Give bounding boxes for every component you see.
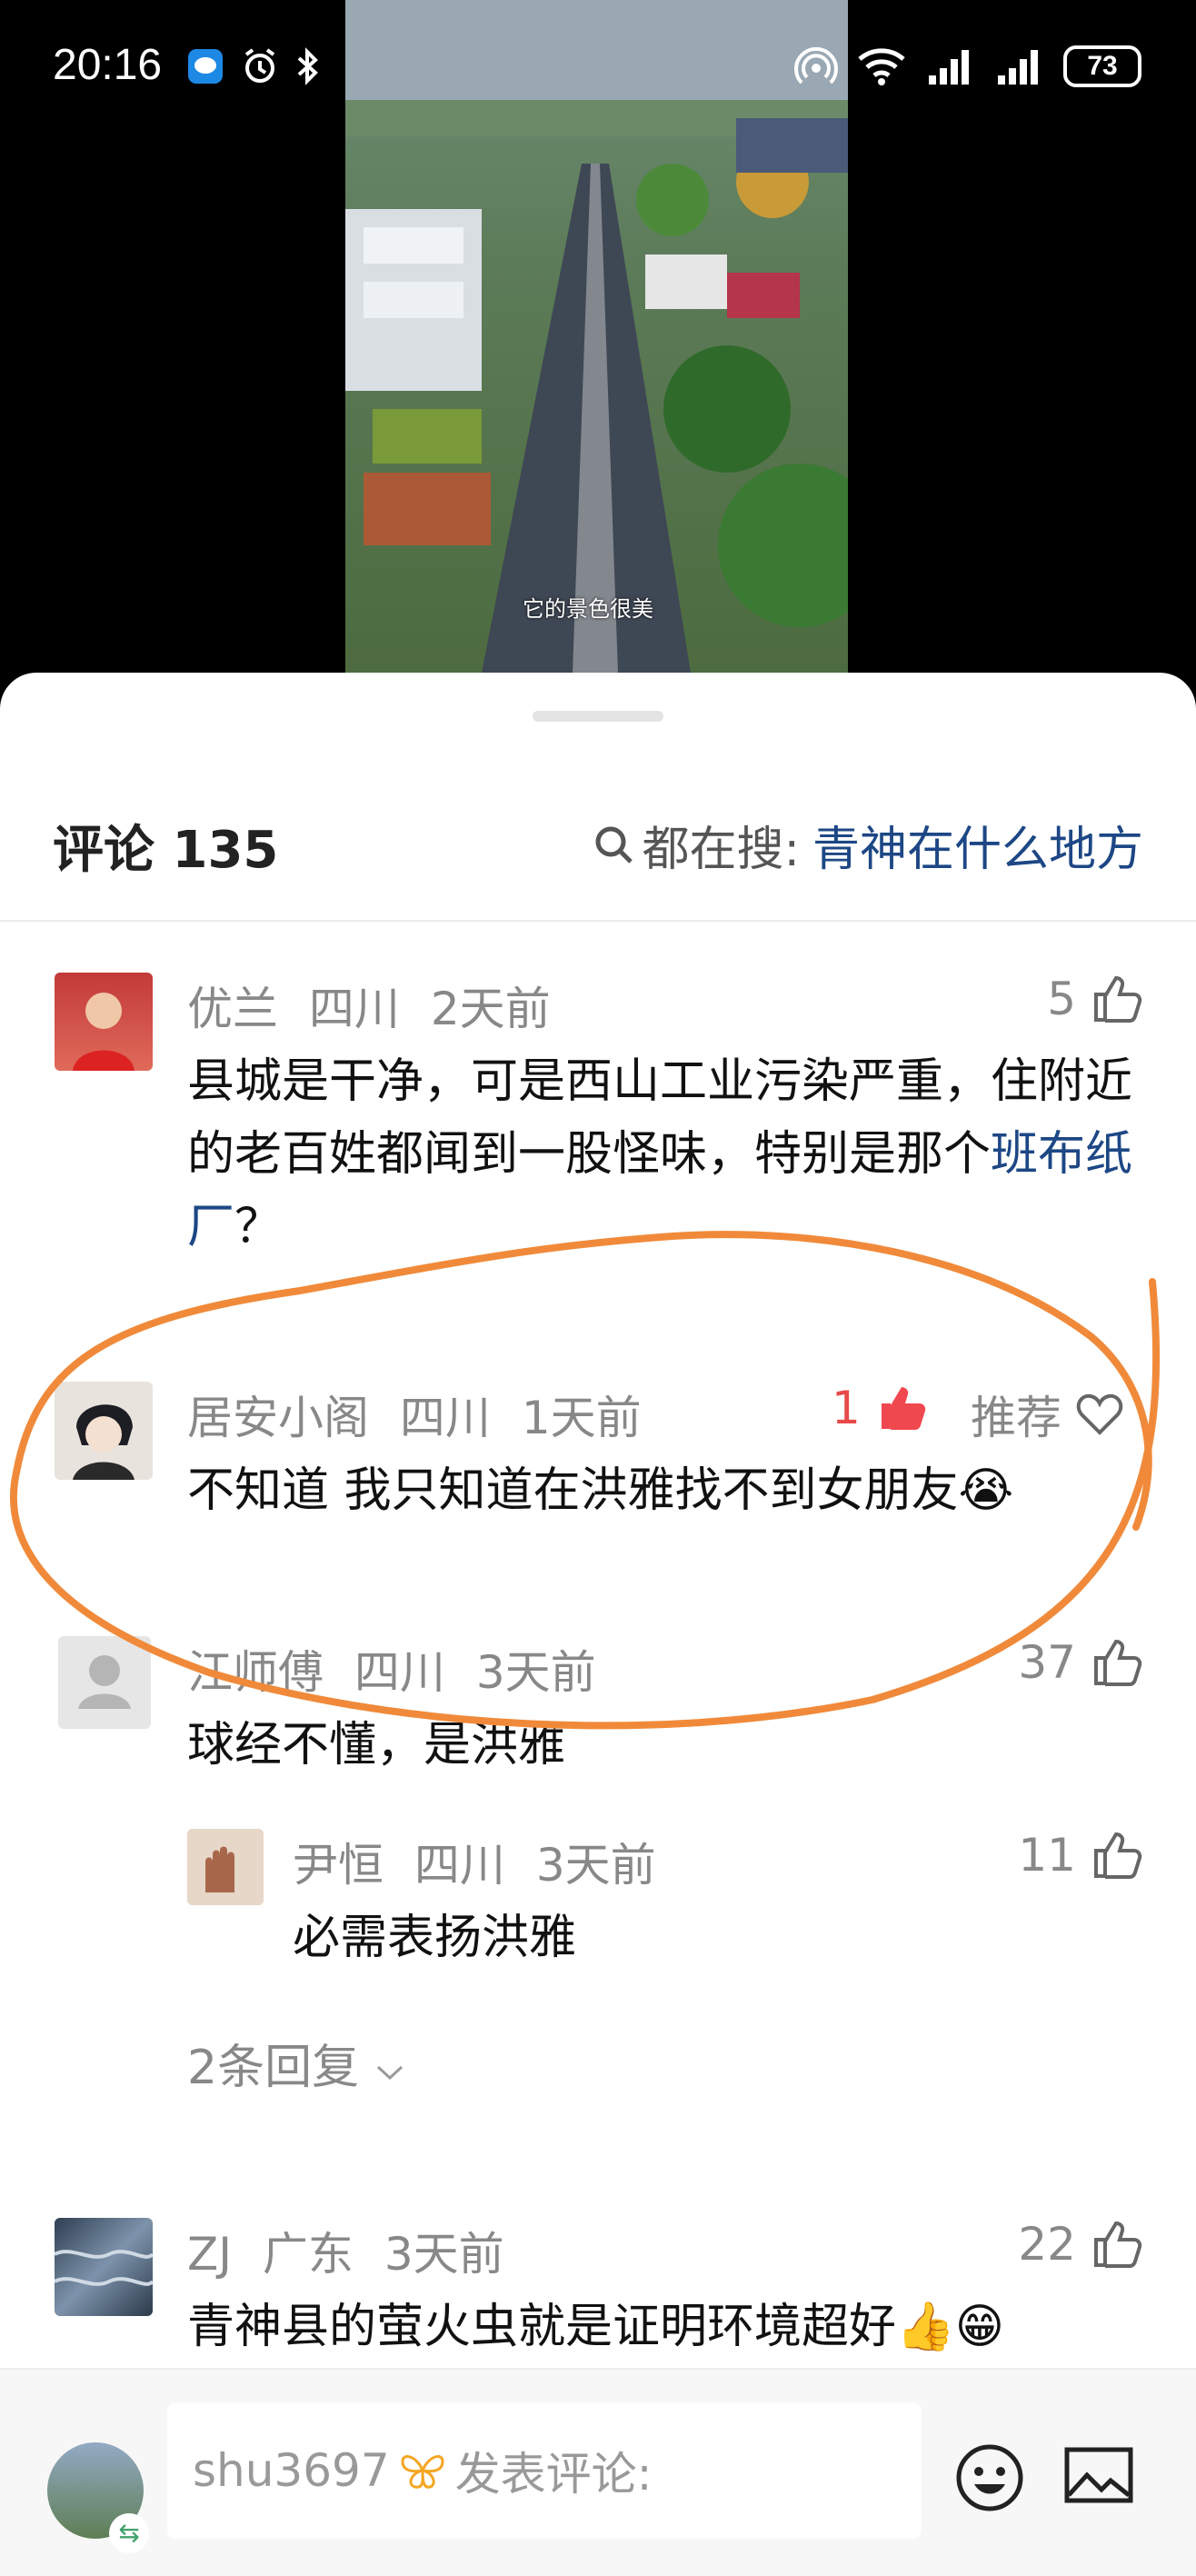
like-button[interactable]: 1 (832, 1382, 930, 1434)
comment-time: 3天前 (384, 2228, 504, 2281)
heart-icon (1076, 1393, 1123, 1435)
hotspot-icon (794, 46, 838, 85)
expand-replies-button[interactable]: 2条回复 (187, 2029, 405, 2097)
avatar[interactable] (55, 1382, 153, 1480)
comment-location: 四川 (399, 1392, 491, 1444)
avatar-anime-icon (73, 1404, 135, 1480)
avatar-water-icon (55, 2250, 153, 2286)
avatar[interactable] (58, 1636, 151, 1729)
status-system-icons: 73 (794, 45, 1141, 87)
reply-like-count: 11 (1018, 1829, 1076, 1882)
comment-text: 青神县的萤火虫就是证明环境超好👍😁 (187, 2300, 1004, 2354)
status-bar: 20:16 73 (0, 0, 1196, 145)
like-button[interactable]: 37 (1018, 1636, 1143, 1689)
switch-account-icon[interactable]: ⇆ (109, 2513, 149, 2553)
recommend-label: 推荐 (971, 1392, 1061, 1444)
image-button[interactable] (1063, 2442, 1134, 2510)
current-username: shu3697 (193, 2444, 390, 2497)
comment-input-bar: ⇆ shu3697 发表评论: (0, 2368, 1196, 2576)
comment-text: 不知道 我只知道在洪雅找不到女朋友😭 (187, 1463, 1014, 1518)
search-suggestion[interactable]: 都在搜: 青神在什么地方 (593, 811, 1143, 879)
reply-avatar[interactable] (187, 1829, 264, 1905)
comment-input-placeholder: 发表评论: (454, 2448, 653, 2501)
avatar-person-icon (73, 993, 135, 1071)
comment-username[interactable]: 江师傅 (187, 1646, 324, 1699)
avatar[interactable] (55, 2218, 153, 2316)
thumbs-up-icon (1094, 2221, 1142, 2268)
comment-meta: 江师傅 四川 3天前 (187, 1636, 596, 1702)
avatar[interactable] (55, 973, 153, 1071)
comment-time: 1天前 (521, 1392, 642, 1444)
reply-meta: 尹恒 四川 3天前 (293, 1829, 656, 1894)
comment-meta: 优兰 四川 2天前 (187, 973, 551, 1038)
comment-text: 县城是干净，可是西山工业污染严重，住附近的老百姓都闻到一股怪味，特别是那个班布纸… (187, 1045, 1151, 1263)
search-suggestion-label: 都在搜: (642, 823, 800, 877)
status-notification-icons (186, 47, 321, 85)
comment-username[interactable]: ZJ (187, 2228, 232, 2281)
default-avatar-icon (78, 1655, 131, 1709)
reply-time: 3天前 (535, 1839, 656, 1892)
chevron-down-icon (376, 2065, 403, 2081)
emoji-icon (956, 2444, 1023, 2511)
status-time: 20:16 (53, 41, 163, 89)
replies-count-label: 2条回复 (187, 2041, 360, 2095)
comment-meta: 居安小阁 四川 1天前 (187, 1382, 642, 1447)
bluetooth-icon (297, 47, 318, 85)
alarm-icon (244, 48, 275, 83)
emoji-button[interactable] (954, 2442, 1025, 2517)
comment-meta: ZJ 广东 3天前 (187, 2218, 504, 2283)
comment-location: 四川 (354, 1646, 445, 1699)
recommend-button[interactable]: 推荐 (971, 1382, 1123, 1447)
reply-text: 必需表扬洪雅 (293, 1911, 577, 1965)
reply-location: 四川 (414, 1839, 505, 1892)
like-count: 22 (1018, 2218, 1076, 2271)
thumbs-up-icon (1094, 1639, 1142, 1686)
like-button[interactable]: 5 (1047, 973, 1143, 1025)
image-icon (1064, 2447, 1133, 2503)
signal-icon-2 (998, 50, 1038, 85)
battery-indicator: 73 (1063, 45, 1141, 87)
like-button[interactable]: 22 (1018, 2218, 1143, 2271)
thumbs-up-filled-icon (881, 1387, 926, 1430)
like-count: 37 (1018, 1636, 1076, 1689)
comment-time: 3天前 (475, 1646, 596, 1699)
sheet-drag-handle[interactable] (533, 711, 663, 722)
reply-username[interactable]: 尹恒 (293, 1839, 384, 1892)
butterfly-icon (401, 2455, 444, 2489)
comment-text-tail: ？ (234, 1200, 283, 1254)
comment-username[interactable]: 居安小阁 (187, 1392, 369, 1444)
comment-location: 四川 (308, 983, 400, 1035)
thumbs-up-icon (1094, 1832, 1142, 1879)
comment-location: 广东 (262, 2228, 354, 2281)
video-subtitle: 它的景色很美 (523, 596, 653, 622)
like-count: 1 (832, 1382, 861, 1434)
wifi-icon (858, 48, 905, 85)
comments-sheet: 评论 135 都在搜: 青神在什么地方 优兰 四川 2天前 5 县城是干净，可是… (0, 673, 1196, 2574)
comments-count-title: 评论 135 (53, 821, 279, 880)
like-count: 5 (1047, 973, 1076, 1025)
search-suggestion-keyword[interactable]: 青神在什么地方 (812, 811, 1143, 879)
thumbs-up-icon (1094, 975, 1142, 1023)
header-divider (0, 920, 1196, 922)
reply-like-button[interactable]: 11 (1018, 1829, 1143, 1882)
signal-icon-1 (929, 50, 969, 85)
comment-time: 2天前 (430, 983, 551, 1035)
message-app-icon (188, 49, 223, 84)
search-icon (595, 826, 633, 864)
comment-text: 球经不懂，是洪雅 (187, 1718, 566, 1772)
avatar-hand-icon (187, 1829, 264, 1905)
comment-username[interactable]: 优兰 (187, 983, 278, 1035)
comment-input[interactable]: shu3697 发表评论: (167, 2402, 922, 2539)
